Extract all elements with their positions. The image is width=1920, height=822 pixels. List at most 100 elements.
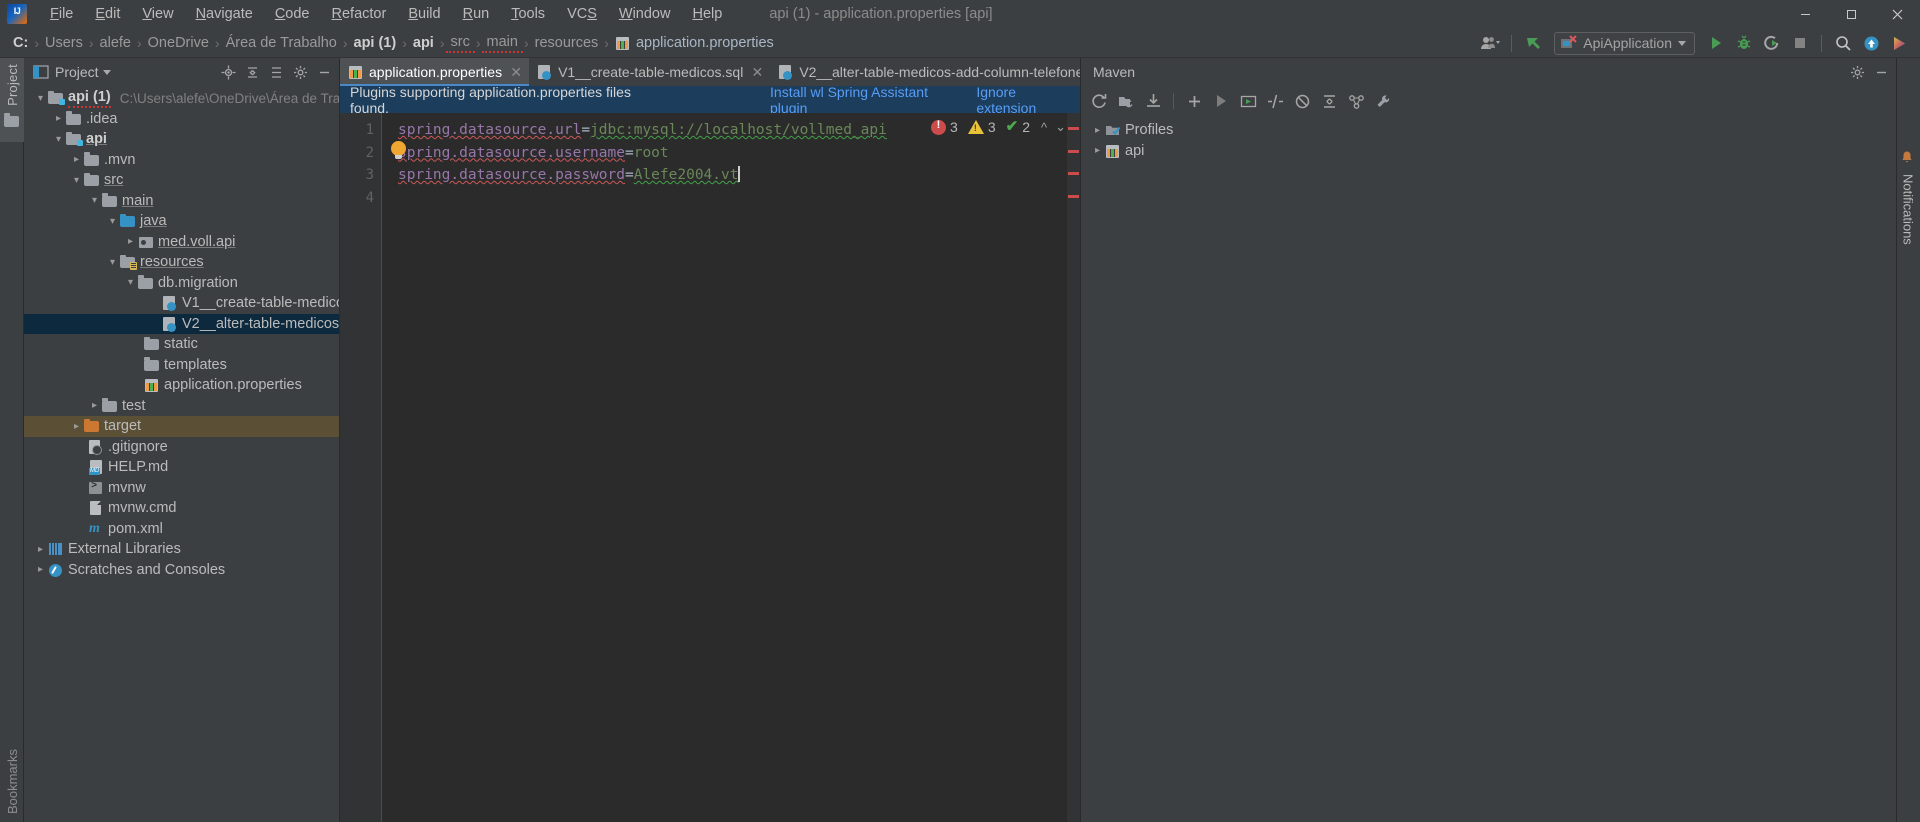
toggle-skip-tests-icon[interactable] — [1263, 89, 1287, 113]
menu-refactor[interactable]: Refactor — [321, 2, 398, 26]
hide-icon[interactable] — [313, 61, 335, 83]
collapse-all-icon[interactable] — [1317, 89, 1341, 113]
chevron-down-icon[interactable]: ▾ — [106, 256, 119, 269]
tree-node-application-properties[interactable]: application.properties — [24, 375, 339, 396]
maximize-button[interactable] — [1828, 0, 1874, 28]
ignore-extension-link[interactable]: Ignore extension — [976, 84, 1070, 116]
run-with-coverage-icon[interactable] — [1759, 31, 1785, 55]
chevron-down-icon[interactable]: ▾ — [52, 133, 65, 146]
tree-node-static[interactable]: static — [24, 334, 339, 355]
chevron-right-icon[interactable]: ▸ — [88, 399, 101, 412]
tree-node-target[interactable]: ▸ target — [24, 416, 339, 437]
breadcrumb-item-users[interactable]: Users — [40, 33, 88, 53]
tree-node-mvn[interactable]: ▸ .mvn — [24, 150, 339, 171]
generate-sources-icon[interactable] — [1114, 89, 1138, 113]
tree-node-med-voll-api[interactable]: ▸ med.voll.api — [24, 232, 339, 253]
menu-view[interactable]: View — [131, 2, 184, 26]
breadcrumb-item-area-de-trabalho[interactable]: Área de Trabalho — [221, 33, 342, 53]
install-plugin-link[interactable]: Install wl Spring Assistant plugin — [770, 84, 950, 116]
tree-node-api[interactable]: ▾ api — [24, 129, 339, 150]
maven-settings-icon[interactable] — [1371, 89, 1395, 113]
user-account-icon[interactable] — [1477, 31, 1503, 55]
menu-help[interactable]: Help — [681, 2, 733, 26]
menu-build[interactable]: Build — [397, 2, 451, 26]
expand-icon[interactable] — [265, 61, 287, 83]
chevron-down-icon[interactable]: ▾ — [70, 174, 83, 187]
editor-tab-application-properties[interactable]: application.properties ✕ — [340, 58, 530, 86]
reload-all-projects-icon[interactable] — [1087, 89, 1111, 113]
chevron-right-icon[interactable]: ▸ — [1091, 144, 1104, 157]
code-line-3[interactable]: spring.datasource.password=Alefe2004.vt — [398, 164, 1080, 187]
add-maven-project-icon[interactable] — [1182, 89, 1206, 113]
breadcrumb-item-main[interactable]: main — [481, 32, 523, 53]
menu-edit[interactable]: Edit — [84, 2, 131, 26]
tree-node-pom-xml[interactable]: m pom.xml — [24, 519, 339, 540]
chevron-down-icon[interactable]: ▾ — [34, 92, 47, 105]
inspection-widget[interactable]: 3 3 ✔ 2 ^ ⌄ — [931, 119, 1068, 135]
tree-node-mvnw[interactable]: mvnw — [24, 478, 339, 499]
execute-goal-icon[interactable] — [1236, 89, 1260, 113]
menu-tools[interactable]: Tools — [500, 2, 556, 26]
tool-window-button-notifications[interactable]: Notifications — [1896, 144, 1920, 260]
code-line-4[interactable] — [398, 187, 1080, 210]
collapse-all-icon[interactable] — [241, 61, 263, 83]
tree-node-java[interactable]: ▾ java — [24, 211, 339, 232]
maven-projects-tree[interactable]: ▸ Profiles ▸ api — [1081, 116, 1896, 822]
chevron-right-icon[interactable]: ▸ — [70, 153, 83, 166]
run-icon[interactable] — [1703, 31, 1729, 55]
tree-node-templates[interactable]: templates — [24, 355, 339, 376]
run-icon[interactable] — [1209, 89, 1233, 113]
chevron-down-icon[interactable]: ▾ — [124, 276, 137, 289]
breadcrumb-item-api[interactable]: api — [408, 33, 439, 53]
chevron-down-icon[interactable] — [102, 69, 111, 75]
code-editor[interactable]: 1 2 3 4 spring.datasource.url=jdbc:mysql… — [340, 113, 1080, 822]
maven-tree-node-profiles[interactable]: ▸ Profiles — [1081, 120, 1896, 141]
close-icon[interactable]: ✕ — [510, 65, 522, 79]
tool-window-button-project[interactable]: Project — [0, 58, 24, 142]
tree-node-src[interactable]: ▾ src — [24, 170, 339, 191]
tree-node-db-migration[interactable]: ▾ db.migration — [24, 273, 339, 294]
code-text[interactable]: spring.datasource.url=jdbc:mysql://local… — [382, 113, 1080, 822]
show-dependencies-icon[interactable] — [1344, 89, 1368, 113]
menu-run[interactable]: Run — [452, 2, 501, 26]
settings-gear-icon[interactable] — [1846, 61, 1868, 83]
locate-icon[interactable] — [217, 61, 239, 83]
tree-node-resources[interactable]: ▾ resources — [24, 252, 339, 273]
editor-tab-v2-alter-table-medicos[interactable]: V2__alter-table-medicos-add-column-telef… — [770, 58, 1132, 86]
menu-code[interactable]: Code — [264, 2, 321, 26]
tree-node-main[interactable]: ▾ main — [24, 191, 339, 212]
chevron-down-icon[interactable]: ▾ — [88, 194, 101, 207]
search-everywhere-icon[interactable] — [1830, 31, 1856, 55]
ide-assistant-icon[interactable] — [1886, 31, 1912, 55]
close-button[interactable] — [1874, 0, 1920, 28]
update-project-icon[interactable] — [1858, 31, 1884, 55]
chevron-right-icon[interactable]: ▸ — [52, 112, 65, 125]
breadcrumb-item-resources[interactable]: resources — [530, 33, 604, 53]
tree-node-scratches-and-consoles[interactable]: ▸ Scratches and Consoles — [24, 560, 339, 581]
chevron-right-icon[interactable]: ▸ — [1091, 124, 1104, 137]
chevron-right-icon[interactable]: ▸ — [70, 420, 83, 433]
debug-icon[interactable] — [1731, 31, 1757, 55]
tree-node-v1-create-table-medicos[interactable]: V1__create-table-medicos.sql — [24, 293, 339, 314]
tree-node-help-md[interactable]: HELP.md — [24, 457, 339, 478]
breadcrumb-item-alefe[interactable]: alefe — [95, 33, 136, 53]
tree-node-api-1[interactable]: ▾ api (1) C:\Users\alefe\OneDrive\Área d… — [24, 88, 339, 109]
chevron-up-icon[interactable]: ^ — [1039, 120, 1049, 135]
chevron-down-icon[interactable]: ⌄ — [1053, 119, 1068, 135]
project-tree[interactable]: ▾ api (1) C:\Users\alefe\OneDrive\Área d… — [24, 86, 339, 822]
hide-icon[interactable] — [1870, 61, 1892, 83]
tree-node-mvnw-cmd[interactable]: mvnw.cmd — [24, 498, 339, 519]
tree-node-gitignore[interactable]: .gitignore — [24, 437, 339, 458]
close-icon[interactable]: ✕ — [751, 65, 763, 79]
breadcrumb-item-onedrive[interactable]: OneDrive — [143, 33, 214, 53]
tree-node-external-libraries[interactable]: ▸ External Libraries — [24, 539, 339, 560]
tree-node-v2-alter-table-medicos[interactable]: V2__alter-table-medicos-add- — [24, 313, 339, 334]
breadcrumb-item-src[interactable]: src — [445, 32, 475, 53]
breadcrumb-item-application-properties[interactable]: application.properties — [610, 33, 779, 53]
maven-tree-node-api[interactable]: ▸ api — [1081, 141, 1896, 162]
breadcrumb-item-api-1[interactable]: api (1) — [349, 33, 402, 53]
chevron-right-icon[interactable]: ▸ — [34, 543, 47, 556]
stop-icon[interactable] — [1787, 31, 1813, 55]
run-configuration-selector[interactable]: ApiApplication — [1554, 31, 1695, 55]
menu-window[interactable]: Window — [608, 2, 682, 26]
